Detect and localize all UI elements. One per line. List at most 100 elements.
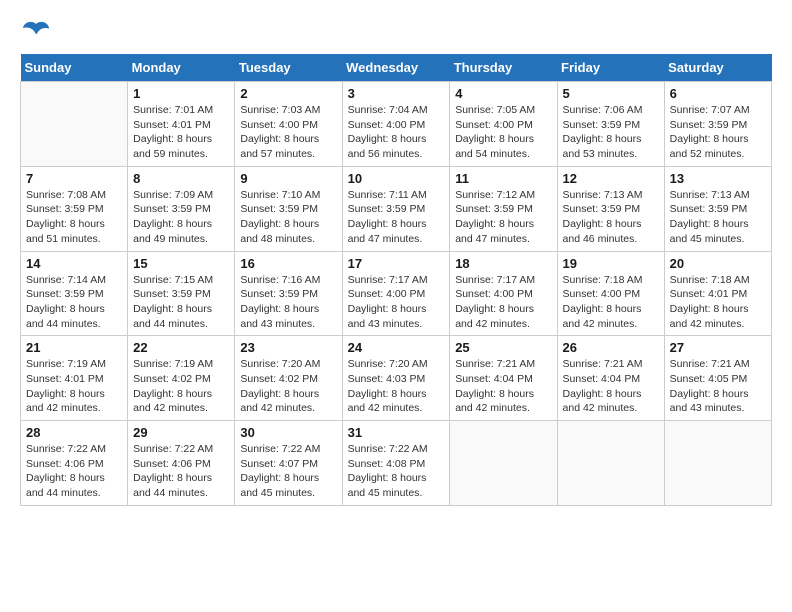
day-detail: Sunrise: 7:01 AMSunset: 4:01 PMDaylight:…	[133, 103, 229, 162]
calendar-cell: 18Sunrise: 7:17 AMSunset: 4:00 PMDayligh…	[450, 251, 557, 336]
calendar-cell	[21, 82, 128, 167]
calendar-cell: 4 Sunrise: 7:05 AMSunset: 4:00 PMDaylight…	[450, 82, 557, 167]
day-number: 25	[455, 340, 551, 355]
calendar-week-row: 21Sunrise: 7:19 AMSunset: 4:01 PMDayligh…	[21, 336, 772, 421]
day-number: 2	[240, 86, 336, 101]
calendar-cell: 17 Sunrise: 7:17 AMSunset: 4:00 PMDayligh…	[342, 251, 450, 336]
day-number: 1	[133, 86, 229, 101]
calendar-cell: 28 Sunrise: 7:22 AMSunset: 4:06 PMDayligh…	[21, 421, 128, 506]
calendar-week-row: 1 Sunrise: 7:01 AMSunset: 4:01 PMDaylight…	[21, 82, 772, 167]
day-detail: Sunrise: 7:10 AMSunset: 3:59 PMDaylight:…	[240, 188, 336, 247]
calendar-cell	[664, 421, 771, 506]
calendar-cell: 1 Sunrise: 7:01 AMSunset: 4:01 PMDaylight…	[128, 82, 235, 167]
calendar-cell: 19Sunrise: 7:18 AMSunset: 4:00 PMDayligh…	[557, 251, 664, 336]
header-friday: Friday	[557, 54, 664, 82]
day-number: 20	[670, 256, 766, 271]
calendar-cell: 10Sunrise: 7:11 AMSunset: 3:59 PMDayligh…	[342, 166, 450, 251]
day-detail: Sunrise: 7:22 AMSunset: 4:07 PMDaylight:…	[240, 442, 336, 501]
day-detail: Sunrise: 7:22 AMSunset: 4:08 PMDaylight:…	[348, 442, 445, 501]
calendar-cell: 5 Sunrise: 7:06 AMSunset: 3:59 PMDaylight…	[557, 82, 664, 167]
day-number: 15	[133, 256, 229, 271]
day-detail: Sunrise: 7:15 AMSunset: 3:59 PMDaylight:…	[133, 273, 229, 332]
day-number: 6	[670, 86, 766, 101]
header-thursday: Thursday	[450, 54, 557, 82]
calendar-cell: 31 Sunrise: 7:22 AMSunset: 4:08 PMDayligh…	[342, 421, 450, 506]
calendar-cell: 21Sunrise: 7:19 AMSunset: 4:01 PMDayligh…	[21, 336, 128, 421]
day-detail: Sunrise: 7:21 AMSunset: 4:04 PMDaylight:…	[455, 357, 551, 416]
day-number: 31	[348, 425, 445, 440]
day-number: 9	[240, 171, 336, 186]
logo-bird-icon	[22, 20, 50, 42]
header-tuesday: Tuesday	[235, 54, 342, 82]
day-detail: Sunrise: 7:05 AMSunset: 4:00 PMDaylight:…	[455, 103, 551, 162]
header-saturday: Saturday	[664, 54, 771, 82]
calendar-cell: 22Sunrise: 7:19 AMSunset: 4:02 PMDayligh…	[128, 336, 235, 421]
day-number: 29	[133, 425, 229, 440]
calendar-cell: 13 Sunrise: 7:13 AMSunset: 3:59 PMDayligh…	[664, 166, 771, 251]
day-detail: Sunrise: 7:21 AMSunset: 4:04 PMDaylight:…	[563, 357, 659, 416]
calendar-cell: 29 Sunrise: 7:22 AMSunset: 4:06 PMDayligh…	[128, 421, 235, 506]
calendar-cell: 15 Sunrise: 7:15 AMSunset: 3:59 PMDayligh…	[128, 251, 235, 336]
calendar-cell: 2 Sunrise: 7:03 AMSunset: 4:00 PMDaylight…	[235, 82, 342, 167]
day-detail: Sunrise: 7:22 AMSunset: 4:06 PMDaylight:…	[26, 442, 122, 501]
day-detail: Sunrise: 7:12 AMSunset: 3:59 PMDaylight:…	[455, 188, 551, 247]
day-detail: Sunrise: 7:17 AMSunset: 4:00 PMDaylight:…	[455, 273, 551, 332]
calendar-cell: 14 Sunrise: 7:14 AMSunset: 3:59 PMDayligh…	[21, 251, 128, 336]
calendar-cell	[450, 421, 557, 506]
day-number: 7	[26, 171, 122, 186]
day-number: 8	[133, 171, 229, 186]
day-number: 12	[563, 171, 659, 186]
calendar-cell: 16Sunrise: 7:16 AMSunset: 3:59 PMDayligh…	[235, 251, 342, 336]
calendar-cell: 30Sunrise: 7:22 AMSunset: 4:07 PMDayligh…	[235, 421, 342, 506]
day-detail: Sunrise: 7:14 AMSunset: 3:59 PMDaylight:…	[26, 273, 122, 332]
header-sunday: Sunday	[21, 54, 128, 82]
day-detail: Sunrise: 7:13 AMSunset: 3:59 PMDaylight:…	[563, 188, 659, 247]
calendar-cell: 12 Sunrise: 7:13 AMSunset: 3:59 PMDayligh…	[557, 166, 664, 251]
page-header	[20, 20, 772, 38]
day-detail: Sunrise: 7:20 AMSunset: 4:03 PMDaylight:…	[348, 357, 445, 416]
day-detail: Sunrise: 7:18 AMSunset: 4:01 PMDaylight:…	[670, 273, 766, 332]
day-number: 5	[563, 86, 659, 101]
day-detail: Sunrise: 7:06 AMSunset: 3:59 PMDaylight:…	[563, 103, 659, 162]
calendar-cell: 3Sunrise: 7:04 AMSunset: 4:00 PMDaylight…	[342, 82, 450, 167]
day-number: 28	[26, 425, 122, 440]
day-detail: Sunrise: 7:07 AMSunset: 3:59 PMDaylight:…	[670, 103, 766, 162]
day-number: 24	[348, 340, 445, 355]
day-number: 4	[455, 86, 551, 101]
calendar-cell: 6 Sunrise: 7:07 AMSunset: 3:59 PMDaylight…	[664, 82, 771, 167]
day-number: 27	[670, 340, 766, 355]
day-detail: Sunrise: 7:22 AMSunset: 4:06 PMDaylight:…	[133, 442, 229, 501]
logo	[20, 20, 50, 38]
day-detail: Sunrise: 7:17 AMSunset: 4:00 PMDaylight:…	[348, 273, 445, 332]
day-number: 19	[563, 256, 659, 271]
day-number: 3	[348, 86, 445, 101]
calendar-cell: 11Sunrise: 7:12 AMSunset: 3:59 PMDayligh…	[450, 166, 557, 251]
calendar-week-row: 28 Sunrise: 7:22 AMSunset: 4:06 PMDayligh…	[21, 421, 772, 506]
day-number: 23	[240, 340, 336, 355]
calendar-cell: 24 Sunrise: 7:20 AMSunset: 4:03 PMDayligh…	[342, 336, 450, 421]
day-detail: Sunrise: 7:20 AMSunset: 4:02 PMDaylight:…	[240, 357, 336, 416]
day-detail: Sunrise: 7:13 AMSunset: 3:59 PMDaylight:…	[670, 188, 766, 247]
day-number: 13	[670, 171, 766, 186]
calendar-header-row: SundayMondayTuesdayWednesdayThursdayFrid…	[21, 54, 772, 82]
day-detail: Sunrise: 7:21 AMSunset: 4:05 PMDaylight:…	[670, 357, 766, 416]
day-number: 14	[26, 256, 122, 271]
day-number: 17	[348, 256, 445, 271]
day-number: 16	[240, 256, 336, 271]
day-detail: Sunrise: 7:03 AMSunset: 4:00 PMDaylight:…	[240, 103, 336, 162]
calendar-cell	[557, 421, 664, 506]
calendar-week-row: 14 Sunrise: 7:14 AMSunset: 3:59 PMDayligh…	[21, 251, 772, 336]
header-wednesday: Wednesday	[342, 54, 450, 82]
calendar-cell: 7 Sunrise: 7:08 AMSunset: 3:59 PMDaylight…	[21, 166, 128, 251]
header-monday: Monday	[128, 54, 235, 82]
day-detail: Sunrise: 7:08 AMSunset: 3:59 PMDaylight:…	[26, 188, 122, 247]
calendar-cell: 8 Sunrise: 7:09 AMSunset: 3:59 PMDaylight…	[128, 166, 235, 251]
calendar-week-row: 7 Sunrise: 7:08 AMSunset: 3:59 PMDaylight…	[21, 166, 772, 251]
calendar-cell: 26Sunrise: 7:21 AMSunset: 4:04 PMDayligh…	[557, 336, 664, 421]
calendar-table: SundayMondayTuesdayWednesdayThursdayFrid…	[20, 54, 772, 506]
day-detail: Sunrise: 7:11 AMSunset: 3:59 PMDaylight:…	[348, 188, 445, 247]
day-detail: Sunrise: 7:09 AMSunset: 3:59 PMDaylight:…	[133, 188, 229, 247]
calendar-cell: 20 Sunrise: 7:18 AMSunset: 4:01 PMDayligh…	[664, 251, 771, 336]
day-detail: Sunrise: 7:19 AMSunset: 4:01 PMDaylight:…	[26, 357, 122, 416]
calendar-cell: 9 Sunrise: 7:10 AMSunset: 3:59 PMDaylight…	[235, 166, 342, 251]
